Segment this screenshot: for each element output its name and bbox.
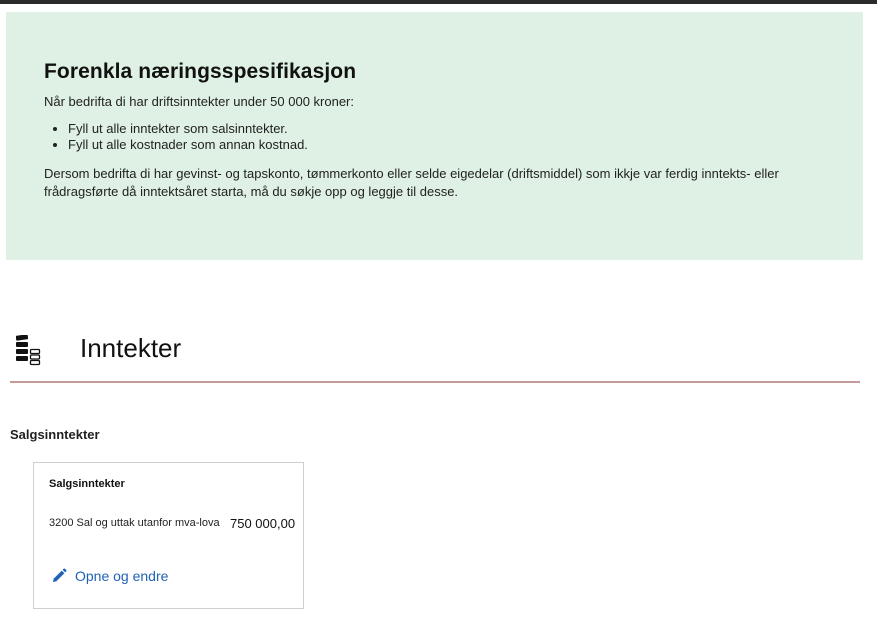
list-item: Fyll ut alle inntekter som salsinntekter… — [68, 121, 825, 137]
subheading-salgsinntekter: Salgsinntekter — [10, 427, 100, 442]
top-bar — [0, 0, 877, 4]
info-body: Dersom bedrifta di har gevinst- og tapsk… — [44, 166, 779, 199]
open-and-edit-label: Opne og endre — [75, 568, 169, 584]
info-intro: Når bedrifta di har driftsinntekter unde… — [44, 94, 355, 109]
list-item: Fyll ut alle kostnader som annan kostnad… — [68, 137, 825, 153]
account-label: 3200 Sal og uttak utanfor mva-lova — [49, 517, 220, 529]
income-stack-icon — [15, 334, 44, 367]
info-list: Fyll ut alle inntekter som salsinntekter… — [44, 121, 825, 153]
open-and-edit-link[interactable]: Opne og endre — [51, 568, 168, 584]
info-title: Forenkla næringsspesifikasjon — [44, 60, 357, 83]
account-amount: 750 000,00 — [230, 516, 296, 531]
pencil-icon — [51, 568, 67, 584]
section-title: Inntekter — [80, 333, 182, 363]
info-box: Forenkla næringsspesifikasjon Når bedrif… — [6, 12, 863, 260]
salgsinntekter-card: Salgsinntekter 3200 Sal og uttak utanfor… — [33, 462, 304, 609]
section-header-inntekter: Inntekter — [10, 325, 860, 383]
card-title: Salgsinntekter — [49, 478, 125, 490]
